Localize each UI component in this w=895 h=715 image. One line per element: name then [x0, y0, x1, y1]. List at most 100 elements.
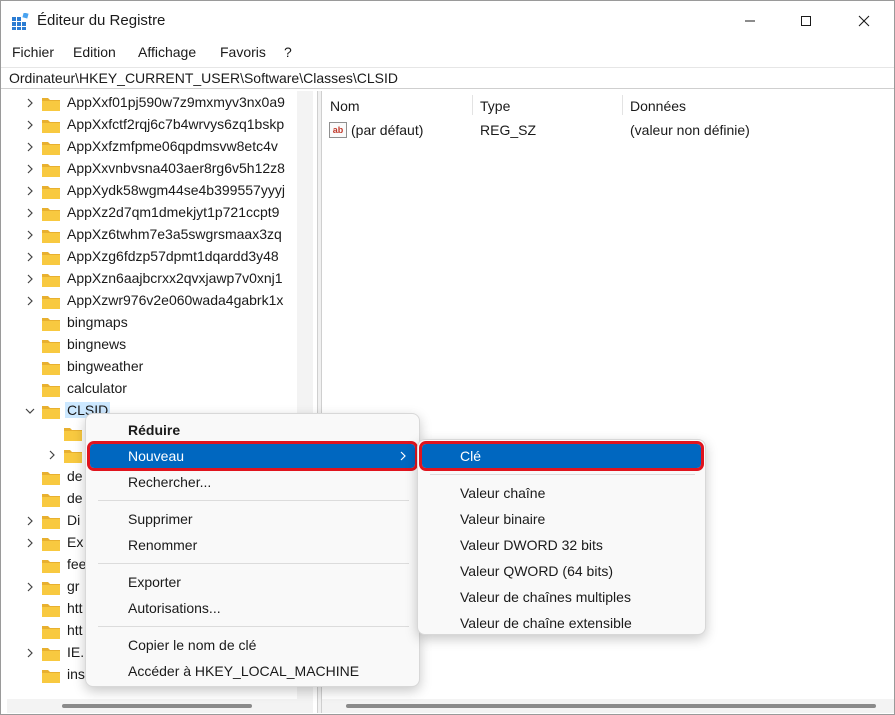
menu-separator: [430, 474, 695, 475]
chevron-right-icon[interactable]: [25, 164, 35, 174]
tree-node[interactable]: AppXxvnbvsna403aer8rg6v5h12z8: [7, 159, 303, 181]
minimize-button[interactable]: [721, 1, 779, 41]
chevron-right-icon[interactable]: [25, 538, 35, 548]
close-icon: [858, 15, 870, 27]
folder-icon: [42, 626, 60, 639]
chevron-right-icon[interactable]: [25, 208, 35, 218]
column-header-type[interactable]: Type: [480, 98, 510, 114]
chevron-right-icon[interactable]: [25, 516, 35, 526]
submenu-item-valeur-dword[interactable]: Valeur DWORD 32 bits: [422, 533, 701, 557]
menu-item-reduire[interactable]: Réduire: [90, 418, 415, 442]
menu-item-copier-nom[interactable]: Copier le nom de clé: [90, 633, 415, 657]
menu-fichier[interactable]: Fichier: [12, 44, 54, 60]
chevron-right-icon[interactable]: [25, 274, 35, 284]
tree-node[interactable]: AppXydk58wgm44se4b399557yyyj: [7, 181, 303, 203]
submenu-item-cle[interactable]: Clé: [419, 441, 704, 471]
menu-item-nouveau[interactable]: Nouveau: [87, 441, 418, 471]
tree-node-label: Di: [67, 512, 81, 528]
folder-icon: [42, 560, 60, 573]
column-divider[interactable]: [622, 95, 623, 115]
column-header-data[interactable]: Données: [630, 98, 686, 114]
submenu-item-valeur-chaine[interactable]: Valeur chaîne: [422, 481, 701, 505]
folder-icon: [42, 230, 60, 243]
context-menu: Réduire Nouveau Rechercher... Supprimer …: [85, 413, 420, 687]
tree-node-label: calculator: [67, 380, 127, 396]
registry-app-icon: [12, 13, 29, 30]
submenu-item-valeur-qword[interactable]: Valeur QWORD (64 bits): [422, 559, 701, 583]
folder-icon: [42, 164, 60, 177]
chevron-right-icon[interactable]: [25, 230, 35, 240]
menu-bar: Fichier Edition Affichage Favoris ?: [1, 41, 894, 65]
tree-node[interactable]: AppXzg6fdzp57dpmt1dqardd3y48: [7, 247, 303, 269]
folder-icon: [42, 472, 60, 485]
maximize-button[interactable]: [777, 1, 835, 41]
tree-node-label: AppXzn6aajbcrxx2qvxjawp7v0xnj1: [67, 270, 283, 286]
tree-node[interactable]: AppXzn6aajbcrxx2qvxjawp7v0xnj1: [7, 269, 303, 291]
tree-node-label: bingweather: [67, 358, 144, 374]
tree-node[interactable]: bingweather: [7, 357, 303, 379]
folder-icon: [42, 582, 60, 595]
chevron-right-icon[interactable]: [25, 120, 35, 130]
tree-node-label: htt: [67, 600, 83, 616]
tree-node-label: AppXydk58wgm44se4b399557yyyj: [67, 182, 285, 198]
tree-node[interactable]: AppXz6twhm7e3a5swgrsmaax3zq: [7, 225, 303, 247]
tree-node[interactable]: bingmaps: [7, 313, 303, 335]
tree-node[interactable]: bingnews: [7, 335, 303, 357]
tree-node-label: bingnews: [67, 336, 127, 352]
folder-icon: [42, 208, 60, 221]
close-button[interactable]: [835, 1, 893, 41]
address-bar[interactable]: Ordinateur\HKEY_CURRENT_USER\Software\Cl…: [1, 67, 894, 89]
menu-item-exporter[interactable]: Exporter: [90, 570, 415, 594]
menu-item-supprimer[interactable]: Supprimer: [90, 507, 415, 531]
chevron-right-icon[interactable]: [25, 186, 35, 196]
tree-scroll-thumb[interactable]: [62, 704, 252, 708]
folder-icon: [42, 670, 60, 683]
folder-icon: [42, 186, 60, 199]
list-row[interactable]: ab (par défaut) REG_SZ (valeur non défin…: [322, 119, 894, 141]
tree-node-label: Ex: [67, 534, 84, 550]
menu-item-acceder-hklm[interactable]: Accéder à HKEY_LOCAL_MACHINE: [90, 659, 415, 683]
menu-separator: [98, 626, 409, 627]
submenu-item-valeur-binaire[interactable]: Valeur binaire: [422, 507, 701, 531]
column-header-name[interactable]: Nom: [330, 98, 360, 114]
tree-node[interactable]: AppXxfzmfpme06qpdmsvw8etc4v: [7, 137, 303, 159]
submenu-nouveau: Clé Valeur chaîne Valeur binaire Valeur …: [417, 439, 706, 635]
chevron-right-icon[interactable]: [47, 450, 57, 460]
tree-node[interactable]: AppXz2d7qm1dmekjyt1p721ccpt9: [7, 203, 303, 225]
tree-node[interactable]: AppXzwr976v2e060wada4gabrk1x: [7, 291, 303, 313]
list-scroll-thumb[interactable]: [346, 704, 876, 708]
submenu-item-chaines-multiples[interactable]: Valeur de chaînes multiples: [422, 585, 701, 609]
registry-editor-window: Éditeur du Registre Fichier Edition Affi…: [0, 0, 895, 715]
folder-icon: [42, 648, 60, 661]
list-horizontal-scrollbar[interactable]: [322, 699, 894, 713]
menu-affichage[interactable]: Affichage: [138, 44, 196, 60]
chevron-down-icon[interactable]: [25, 406, 35, 416]
menu-separator: [98, 500, 409, 501]
menu-item-renommer[interactable]: Renommer: [90, 533, 415, 557]
column-divider[interactable]: [472, 95, 473, 115]
chevron-right-icon[interactable]: [25, 648, 35, 658]
tree-node[interactable]: calculator: [7, 379, 303, 401]
submenu-item-chaine-extensible[interactable]: Valeur de chaîne extensible: [422, 611, 701, 635]
menu-edition[interactable]: Edition: [73, 44, 116, 60]
window-title: Éditeur du Registre: [37, 12, 166, 29]
folder-icon: [42, 274, 60, 287]
chevron-right-icon[interactable]: [25, 296, 35, 306]
menu-help[interactable]: ?: [284, 44, 292, 60]
tree-horizontal-scrollbar[interactable]: [7, 699, 313, 713]
chevron-right-icon[interactable]: [25, 252, 35, 262]
chevron-right-icon[interactable]: [25, 142, 35, 152]
menu-item-rechercher[interactable]: Rechercher...: [90, 470, 415, 494]
folder-icon: [42, 296, 60, 309]
title-bar[interactable]: Éditeur du Registre: [1, 1, 894, 41]
folder-icon: [42, 98, 60, 111]
chevron-right-icon[interactable]: [25, 98, 35, 108]
menu-item-autorisations[interactable]: Autorisations...: [90, 596, 415, 620]
value-data: (valeur non définie): [630, 122, 750, 138]
tree-node[interactable]: AppXxf01pj590w7z9mxmyv3nx0a9: [7, 93, 303, 115]
menu-favoris[interactable]: Favoris: [220, 44, 266, 60]
tree-node[interactable]: AppXxfctf2rqj6c7b4wrvys6zq1bskp: [7, 115, 303, 137]
value-type: REG_SZ: [480, 122, 537, 138]
tree-node-label: AppXxf01pj590w7z9mxmyv3nx0a9: [67, 94, 285, 110]
chevron-right-icon[interactable]: [25, 582, 35, 592]
